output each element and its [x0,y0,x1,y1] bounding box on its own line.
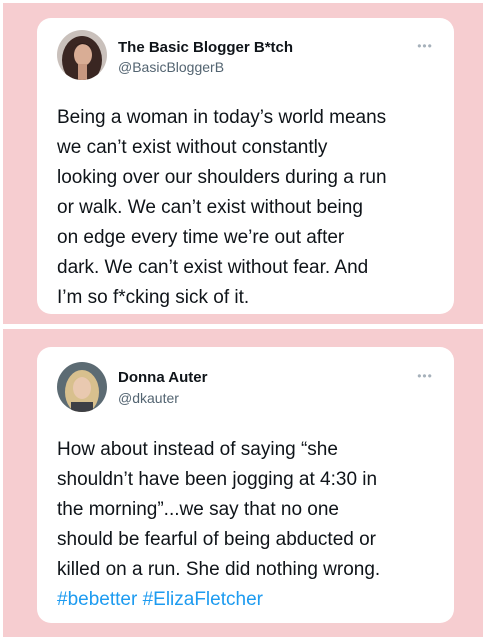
tweet-text-line: or walk. We can’t exist without being [57,197,363,218]
tweet-text: Being a woman in today’s world means we … [57,103,449,313]
avatar[interactable] [57,30,107,80]
tweet-text-line: Being a woman in today’s world means [57,107,387,128]
tweet-text-line: we can’t exist without constantly [57,137,328,158]
tweet-card: Donna Auter @dkauter ••• How about inste… [37,347,454,623]
hashtag-link[interactable]: #ElizaFletcher [143,589,263,610]
avatar[interactable] [57,362,107,412]
tweet-text-line: shouldn’t have been jogging at 4:30 in [57,469,378,490]
tweet-text-line: killed on a run. She did nothing wrong. [57,559,381,580]
tweet-screenshot-panel: The Basic Blogger B*tch @BasicBloggerB •… [3,3,483,324]
tweet-text-line: the morning”...we say that no one [57,499,339,520]
tweet-text-line: should be fearful of being abducted or [57,529,377,550]
author-name[interactable]: The Basic Blogger B*tch [118,39,293,56]
ellipsis-icon[interactable]: ••• [416,40,434,52]
tweet-card: The Basic Blogger B*tch @BasicBloggerB •… [37,18,454,314]
ellipsis-icon[interactable]: ••• [416,370,434,382]
author-handle[interactable]: @BasicBloggerB [118,59,224,75]
hashtag-link[interactable]: #bebetter [57,589,137,610]
author-name[interactable]: Donna Auter [118,369,207,386]
author-handle[interactable]: @dkauter [118,390,179,406]
tweet-text-line: dark. We can’t exist without fear. And [57,257,369,278]
tweet-hashtags-line: #bebetter #ElizaFletcher [57,585,449,615]
tweet-text-line: on edge every time we’re out after [57,227,345,248]
tweet-text-line: I’m so f*cking sick of it. [57,287,250,308]
tweet-text-line: How about instead of saying “she [57,439,338,460]
tweet-text-line: looking over our shoulders during a run [57,167,387,188]
tweet-screenshot-panel: Donna Auter @dkauter ••• How about inste… [3,329,483,637]
tweet-text: How about instead of saying “she shouldn… [57,435,449,615]
